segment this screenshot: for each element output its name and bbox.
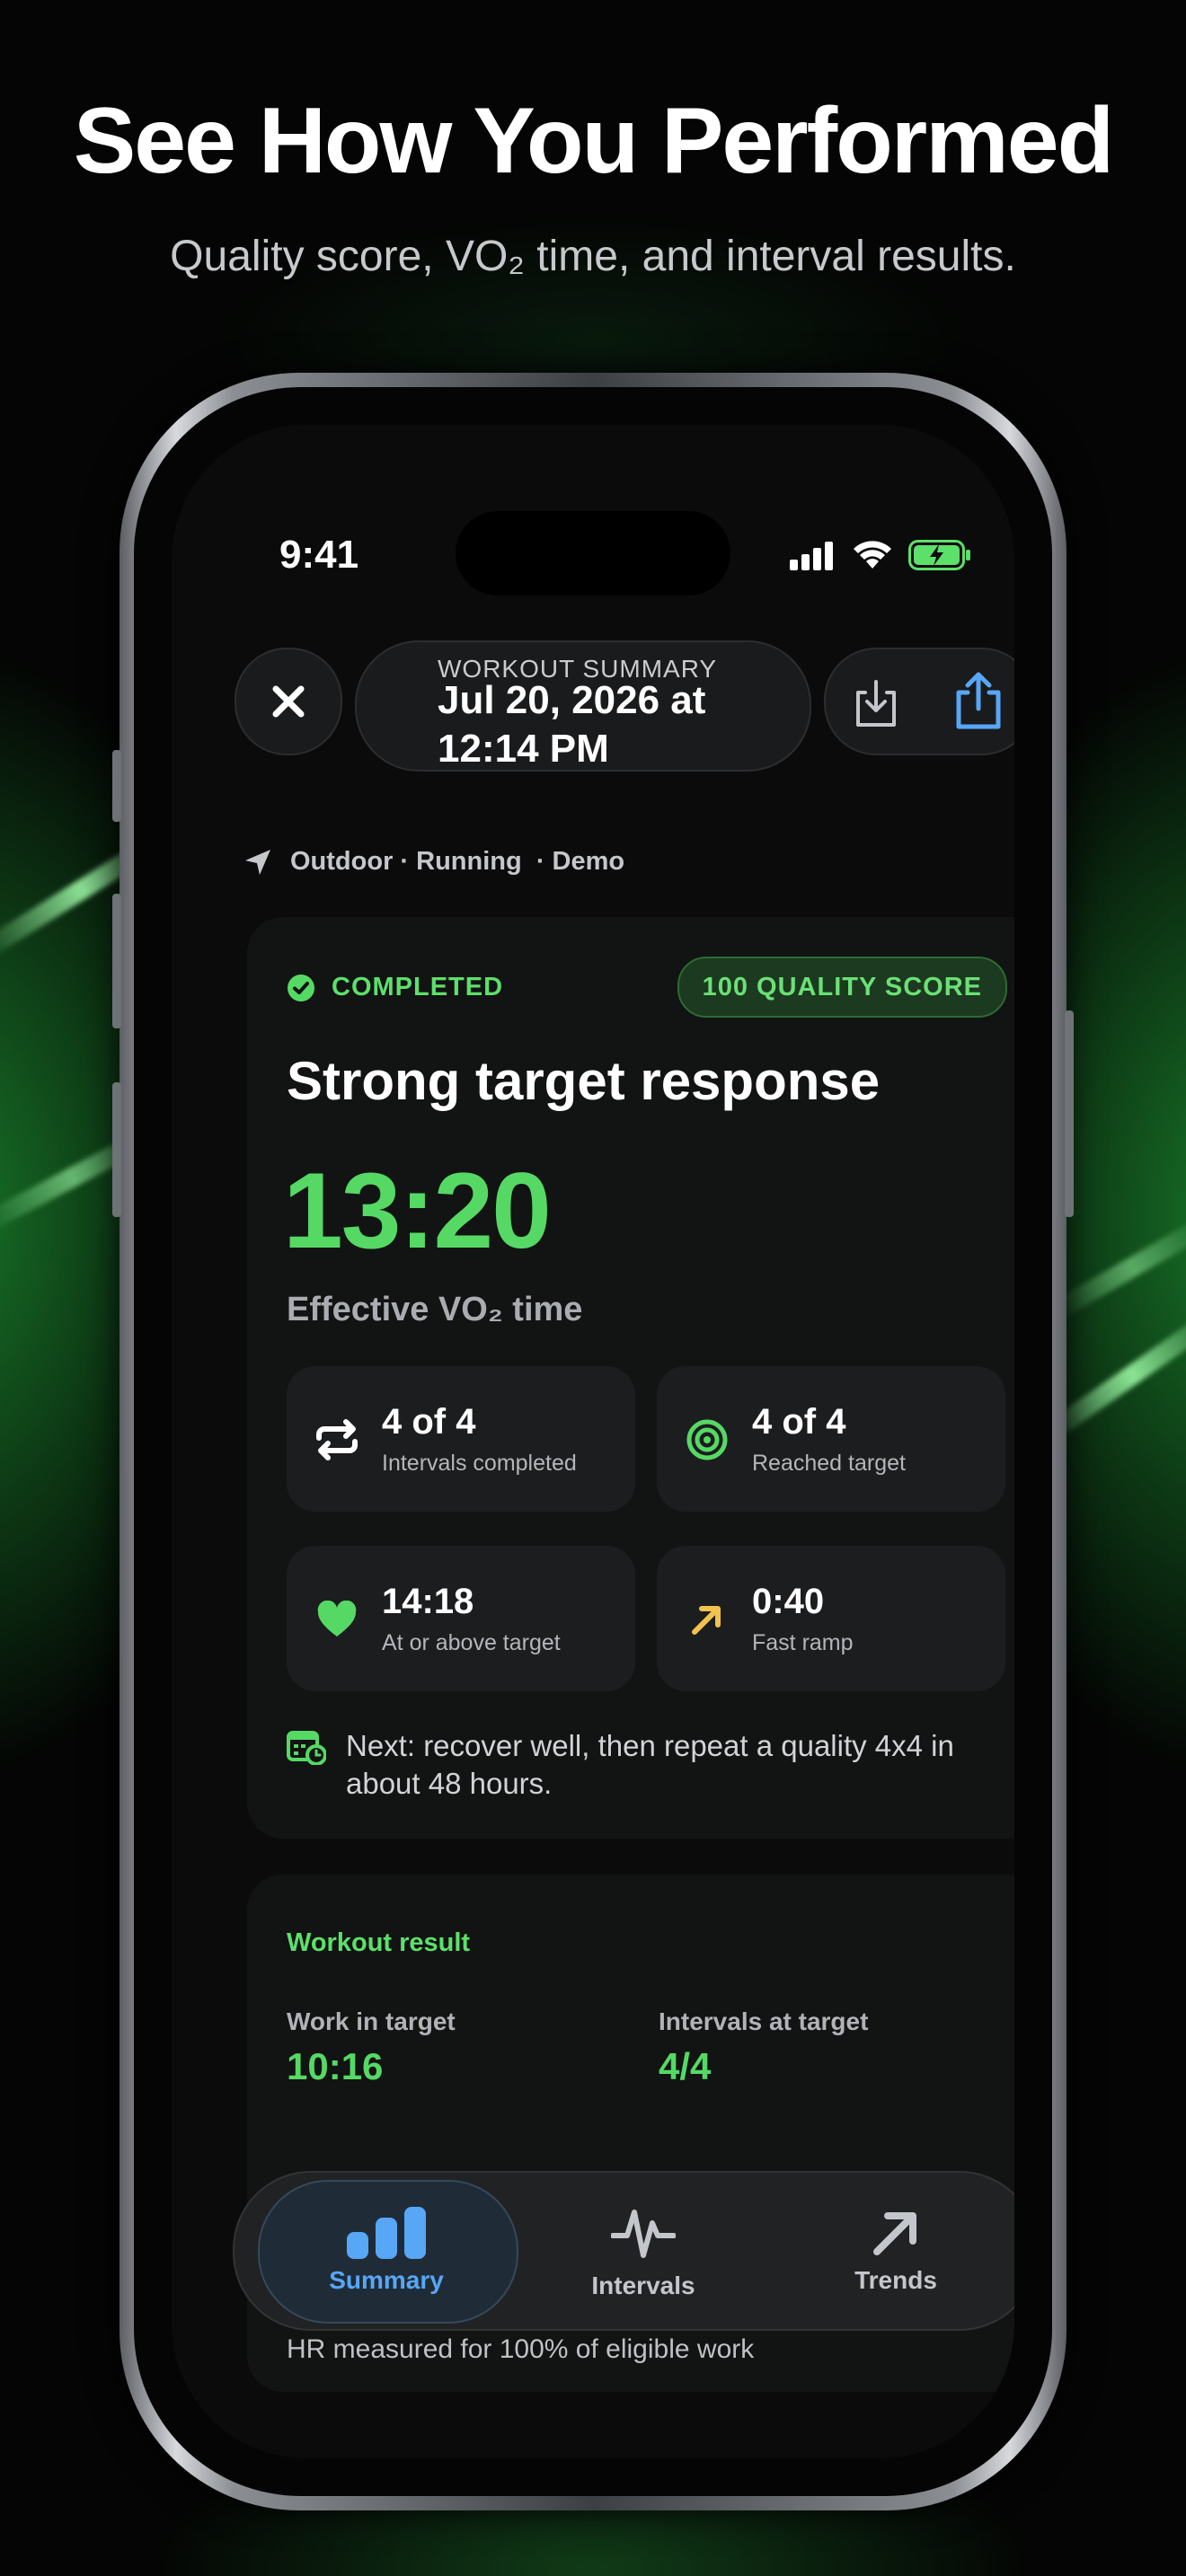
tile-reached-target: 4 of 4 Reached target [657,1366,1005,1512]
tab-label: Trends [854,2266,937,2294]
cellular-signal-icon [790,542,833,570]
tab-summary[interactable]: Summary [258,2173,515,2329]
work-in-target-label: Work in target [287,2007,456,2035]
calendar-clock-icon [287,1731,326,1765]
close-button[interactable] [235,648,342,755]
summary-card: COMPLETED 100 QUALITY SCORE Strong targe… [247,917,1014,1839]
bar-chart-icon [347,2207,426,2259]
workout-title-pill: WORKOUT SUMMARY Jul 20, 2026 at 12:14 PM [355,640,811,772]
work-in-target-value: 10:16 [287,2045,384,2087]
tab-trends[interactable]: Trends [774,2173,1014,2329]
summary-headline: Strong target response [287,1051,881,1111]
workout-result-title: Workout result [287,1928,471,1957]
tile-value: 4 of 4 [752,1402,846,1442]
checkmark-circle-icon [288,974,314,1001]
close-icon [272,685,305,718]
tab-label: Summary [329,2266,444,2294]
next-recommendation: Next: recover well, then repeat a qualit… [287,1727,1005,1803]
volume-down-button [112,1082,121,1217]
header-actions [824,648,1014,755]
power-button [1065,1010,1074,1217]
action-button [112,750,121,822]
share-icon[interactable] [951,669,1005,732]
workout-date-title: Jul 20, 2026 at 12:14 PM [438,678,706,771]
vo2-time-value: 13:20 [283,1151,552,1271]
workout-meta: Outdoor · Running · Demo [243,847,624,877]
status-bar: 9:41 [172,533,1014,587]
tile-fast-ramp: 0:40 Fast ramp [657,1546,1005,1691]
phone-bezel: 9:41 WORKOUT SUMMARY Jul 20, 2026 at 12:… [134,387,1052,2496]
volume-up-button [112,894,121,1028]
completed-label: COMPLETED [332,973,504,1001]
heartbeat-icon [611,2210,676,2258]
download-icon[interactable] [851,676,901,730]
intervals-at-target-value: 4/4 [659,2045,712,2087]
status-time: 9:41 [279,533,359,577]
tile-value: 14:18 [382,1582,474,1621]
intervals-at-target-label: Intervals at target [659,2007,869,2035]
quality-score-badge: 100 QUALITY SCORE [677,957,1007,1018]
phone-screen: 9:41 WORKOUT SUMMARY Jul 20, 2026 at 12:… [172,425,1014,2458]
tab-label: Intervals [591,2272,695,2299]
target-icon [686,1419,728,1460]
completed-status: COMPLETED [287,973,503,1002]
tile-value: 0:40 [752,1582,825,1621]
tab-bar: Summary Intervals Trends [233,2171,1014,2331]
tile-label: Reached target [752,1451,906,1476]
repeat-icon [316,1419,358,1460]
tile-at-or-above-target: 14:18 At or above target [287,1546,635,1691]
hr-coverage-note: HR measured for 100% of eligible work [287,2334,755,2364]
tile-value: 4 of 4 [382,1402,476,1442]
next-text: Next: recover well, then repeat a qualit… [346,1729,954,1800]
wifi-icon [854,541,891,569]
arrow-up-right-icon [873,2212,916,2255]
marketing-subhead: Quality score, VO₂ time, and interval re… [170,233,1016,280]
battery-charging-icon [908,540,970,570]
tab-intervals[interactable]: Intervals [522,2173,765,2329]
tile-label: At or above target [382,1630,561,1655]
phone-frame: 9:41 WORKOUT SUMMARY Jul 20, 2026 at 12:… [112,373,1074,2510]
workout-meta-text: Outdoor · Running · Demo [290,847,625,876]
heart-icon [317,1601,357,1636]
location-arrow-icon [245,849,270,875]
tile-label: Intervals completed [382,1451,577,1476]
arrow-up-right-icon [692,1606,721,1635]
marketing-headline: See How You Performed [73,89,1114,193]
tile-label: Fast ramp [752,1630,854,1655]
tile-intervals-completed: 4 of 4 Intervals completed [287,1366,635,1512]
vo2-time-label: Effective VO₂ time [287,1291,583,1328]
